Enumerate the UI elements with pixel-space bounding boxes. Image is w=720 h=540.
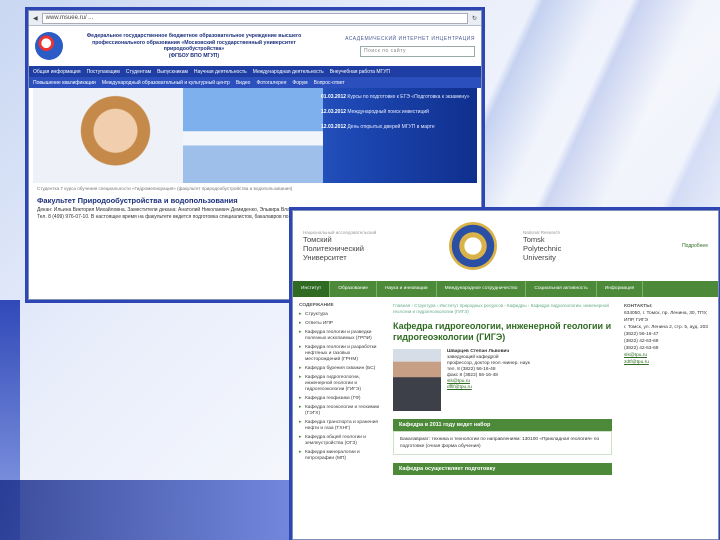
secondary-nav: Повышение квалификации Международный обр… (29, 77, 481, 88)
nav-item[interactable]: Студентам (126, 69, 151, 75)
main-nav: Общая информация Поступающим Студентам В… (29, 66, 481, 77)
sidebar-title: СОДЕРЖАНИЕ (299, 303, 334, 308)
tpu-nav: Институт Образование Наука и инновации М… (293, 281, 718, 297)
site-header: Федеральное государственное бюджетное об… (29, 26, 481, 66)
nav-item[interactable]: Научная деятельность (194, 69, 247, 75)
training-bar[interactable]: Кафедра осуществляет подготовку (393, 463, 612, 475)
tpu-body: СОДЕРЖАНИЕ Структура Ответы ИПР Кафедра … (293, 297, 718, 481)
student-photo (33, 88, 183, 183)
top-link[interactable]: Подробнее (621, 243, 708, 249)
contacts-title: КОНТАКТЫ: (624, 304, 653, 309)
person-info: Шварцев Степан Львович заведующий кафедр… (447, 349, 530, 391)
contact-line: (3822) 42-63-69 (624, 346, 659, 351)
contact-line: (3822) 56-16-47 (624, 332, 659, 337)
nav-item[interactable]: Поступающим (87, 69, 120, 75)
nav-item[interactable]: Социальная активность (526, 281, 597, 297)
news-item[interactable]: 12.03.2012 Международный поиск инвестици… (321, 109, 471, 116)
sidebar-item[interactable]: Кафедра геологии и разведки полезных иск… (299, 330, 381, 342)
sidebar: СОДЕРЖАНИЕ Структура Ответы ИПР Кафедра … (293, 297, 387, 481)
slogan: АСАДЕМИЧЕСКИЙ ИНТЕРНЕТ ИНЦЕНТРАЦИЯ (345, 35, 475, 42)
nav-item[interactable]: Информация (597, 281, 644, 297)
sidebar-item[interactable]: Кафедра геофизики (ГФ) (299, 396, 381, 402)
sidebar-item[interactable]: Кафедра бурения скважин (БС) (299, 366, 381, 372)
sidebar-item[interactable]: Ответы ИПР (299, 321, 381, 327)
contact-line: (3822) 42-63-69 (624, 339, 659, 344)
nav-item[interactable]: Международная деятельность (253, 69, 324, 75)
sidebar-item[interactable]: Кафедра минералогии и петрографии (МП) (299, 450, 381, 462)
tpu-header: Национальный исследовательский Томский П… (293, 211, 718, 281)
faculty-title: Факультет Природообустройства и водополь… (37, 196, 238, 205)
page-title: Кафедра гидрогеологии, инженерной геолог… (393, 321, 612, 342)
banner: 01.03.2012 Курсы по подготовке к ЕГЭ «По… (33, 88, 477, 183)
nav2-item[interactable]: Повышение квалификации (33, 80, 96, 86)
nav-item[interactable]: Международное сотрудничество (437, 281, 527, 297)
sidebar-item[interactable]: Кафедра геологии и разработки нефтяных и… (299, 345, 381, 363)
nav-item[interactable]: Выпускникам (157, 69, 188, 75)
nav2-item[interactable]: Фотогалерея (256, 80, 286, 86)
nav2-item[interactable]: Международный образовательный и культурн… (102, 80, 230, 86)
nav-item[interactable]: Институт (293, 281, 331, 297)
person-photo (393, 349, 441, 411)
sidebar-item[interactable]: Кафедра геоэкологии и геохимии (ГЭГХ) (299, 405, 381, 417)
site-title: Федеральное государственное бюджетное об… (86, 33, 302, 59)
refresh-icon[interactable]: ↻ (472, 15, 477, 22)
search-input[interactable]: Поиск по сайту (360, 45, 475, 57)
building-photo (183, 88, 323, 183)
person-card: Шварцев Степан Львович заведующий кафедр… (393, 349, 612, 411)
banner-caption: Студентка 7 курса обучения специальности… (37, 186, 293, 191)
sidebar-item[interactable]: Кафедра общей геологии и землеустройства… (299, 435, 381, 447)
contact-email[interactable]: sls@tpu.ru (624, 352, 712, 359)
nav-item[interactable]: Образование (330, 281, 377, 297)
tpu-crest-logo[interactable] (449, 222, 497, 270)
nav2-item[interactable]: Видео (236, 80, 251, 86)
sidebar-item[interactable]: Кафедра транспорта и хранения нефти и га… (299, 420, 381, 432)
news-item[interactable]: 12.03.2012 День открытых дверей МГУП в м… (321, 124, 471, 131)
nav-item[interactable]: Общая информация (33, 69, 81, 75)
header-right: АСАДЕМИЧЕСКИЙ ИНТЕРНЕТ ИНЦЕНТРАЦИЯ Поиск… (325, 36, 475, 57)
news-list: 01.03.2012 Курсы по подготовке к ЕГЭ «По… (321, 94, 471, 131)
main-content: Главная › Структура › Институт природных… (387, 297, 618, 481)
university-logo[interactable] (35, 32, 63, 60)
sidebar-item[interactable]: Структура (299, 312, 381, 318)
nav2-item[interactable]: Вопрос-ответ (314, 80, 345, 86)
breadcrumb[interactable]: Главная › Структура › Институт природных… (393, 303, 612, 315)
enrollment-text: Бакалавриат: техника и технологии по нап… (393, 431, 612, 455)
nav-item[interactable]: Внеучебная работа МГУП (330, 69, 390, 75)
tpu-name-ru[interactable]: Национальный исследовательский Томский П… (303, 230, 423, 262)
nav-item[interactable]: Наука и инновации (377, 281, 437, 297)
browser-address-bar: ◀ www.msuee.ru/ ... ↻ (29, 11, 481, 26)
nav2-item[interactable]: Форум (292, 80, 307, 86)
url-field[interactable]: www.msuee.ru/ ... (41, 12, 468, 24)
contact-email[interactable]: zdtf@tpu.ru (624, 359, 712, 366)
contact-line: г. Томск, ул. Ленина 2, стр. 5, ауд. 203 (624, 325, 708, 330)
contacts-panel: КОНТАКТЫ: 634050, г. Томск, пр. Ленина, … (618, 297, 718, 481)
enrollment-bar[interactable]: Кафедра в 2011 году ведет набор (393, 419, 612, 431)
email-link[interactable]: dffif@tpu.ru (447, 385, 530, 391)
contact-line: 634050, г. Томск, пр. Ленина, 30, ТПУ, И… (624, 311, 708, 323)
news-item[interactable]: 01.03.2012 Курсы по подготовке к ЕГЭ «По… (321, 94, 471, 101)
back-icon[interactable]: ◀ (33, 15, 38, 22)
sidebar-item[interactable]: Кафедра гидрогеологии, инженерной геолог… (299, 375, 381, 393)
tpu-name-en[interactable]: National Research Tomsk Polytechnic Univ… (523, 230, 613, 262)
screenshot-tpu: Национальный исследовательский Томский П… (292, 210, 719, 540)
